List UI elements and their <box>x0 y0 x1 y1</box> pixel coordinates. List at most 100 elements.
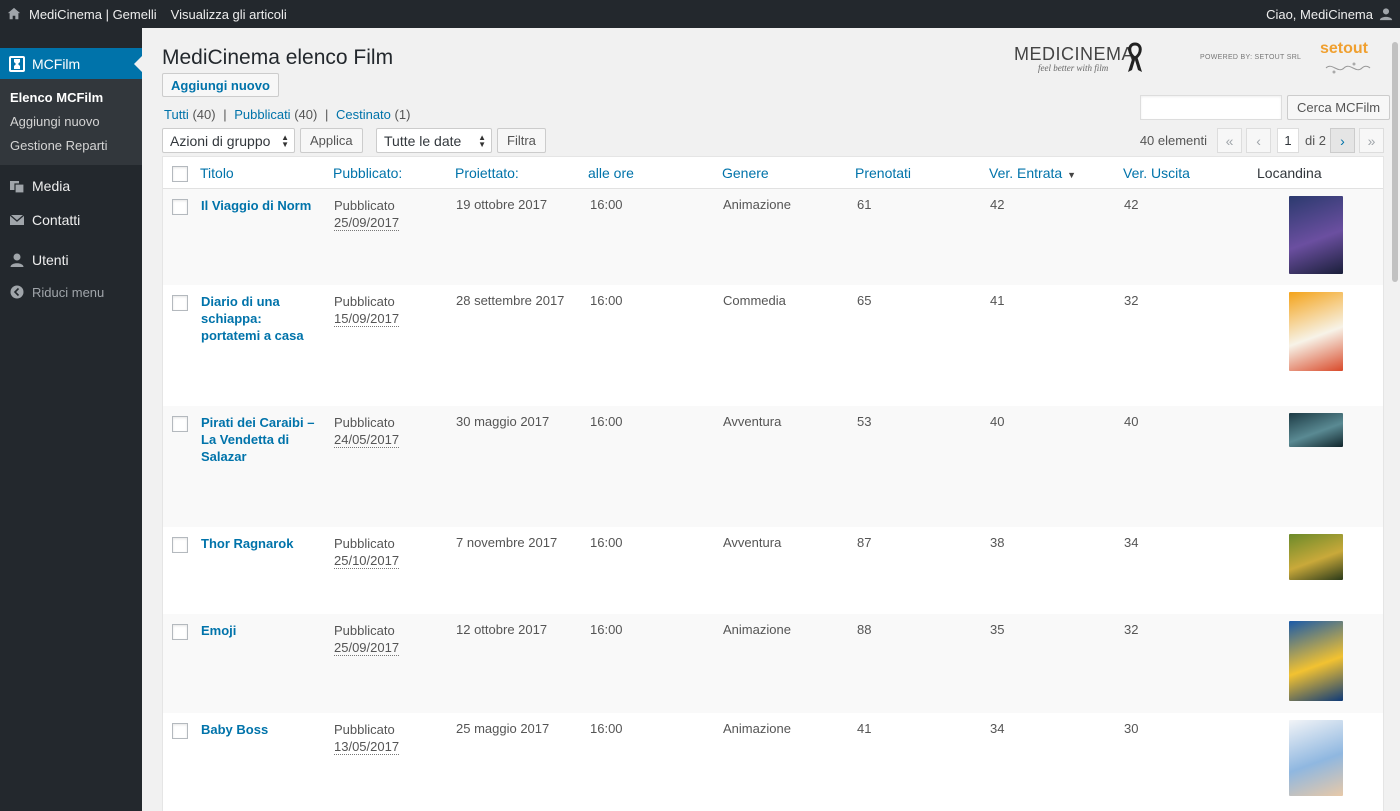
booked-cell: 41 <box>857 721 872 736</box>
prev-page-button[interactable]: ‹ <box>1246 128 1272 153</box>
poster-thumbnail[interactable] <box>1289 534 1343 580</box>
user-icon <box>1379 8 1393 21</box>
submenu-elenco[interactable]: Elenco MCFilm <box>0 86 142 110</box>
published-date: 25/09/2017 <box>334 640 400 656</box>
site-name-link[interactable]: MediCinema | Gemelli <box>0 0 164 28</box>
column-booked[interactable]: Prenotati <box>855 165 911 181</box>
date-filter-select[interactable]: Tutte le date ▲ ▼ <box>376 128 492 153</box>
submenu-add-new[interactable]: Aggiungi nuovo <box>0 110 142 134</box>
filter-published[interactable]: Pubblicati <box>234 107 290 122</box>
current-page-input[interactable]: 1 <box>1277 128 1300 153</box>
search-button[interactable]: Cerca MCFilm <box>1287 95 1391 120</box>
admin-bar: MediCinema | Gemelli Visualizza gli arti… <box>0 0 1400 28</box>
media-icon <box>8 177 26 195</box>
filter-trash[interactable]: Cestinato <box>336 107 391 122</box>
column-projected[interactable]: Proiettato: <box>455 165 519 181</box>
row-checkbox[interactable] <box>172 295 188 311</box>
user-menu[interactable]: Ciao, MediCinema <box>1259 0 1400 28</box>
row-checkbox[interactable] <box>172 537 188 553</box>
exit-cell: 42 <box>1124 197 1139 212</box>
apply-button[interactable]: Applica <box>300 128 363 153</box>
entry-cell: 35 <box>990 622 1005 637</box>
status-text: Pubblicato <box>334 415 395 430</box>
exit-cell: 34 <box>1124 535 1139 550</box>
select-all-checkbox[interactable] <box>172 166 188 182</box>
setout-logo: POWERED BY: SETOUT SRL setout <box>1200 40 1380 80</box>
search-input[interactable] <box>1140 95 1282 120</box>
status-text: Pubblicato <box>334 623 395 638</box>
admin-sidebar: MCFilm Elenco MCFilm Aggiungi nuovo Gest… <box>0 28 142 811</box>
poster-thumbnail[interactable] <box>1289 621 1343 701</box>
row-checkbox[interactable] <box>172 624 188 640</box>
booked-cell: 87 <box>857 535 872 550</box>
table-row: Thor Ragnarok Pubblicato 25/10/2017 7 novem… <box>163 527 1383 614</box>
column-entry-wrap[interactable]: Ver. Entrata ▼ <box>989 165 1076 181</box>
last-page-button[interactable]: » <box>1359 128 1384 153</box>
menu-contatti[interactable]: Contatti <box>0 203 142 237</box>
film-title-link[interactable]: Il Viaggio di Norm <box>201 197 321 214</box>
projected-cell: 7 novembre 2017 <box>456 535 558 550</box>
poster-thumbnail[interactable] <box>1289 413 1343 447</box>
poster-thumbnail[interactable] <box>1289 720 1343 796</box>
booked-cell: 61 <box>857 197 872 212</box>
film-title-link[interactable]: Diario di una schiappa: portatemi a casa <box>201 293 321 344</box>
film-title-link[interactable]: Pirati dei Caraibi – La Vendetta di Sala… <box>201 414 321 465</box>
column-entry[interactable]: Ver. Entrata <box>989 165 1062 181</box>
menu-mcfilm[interactable]: MCFilm <box>0 48 142 79</box>
scrollbar[interactable] <box>1390 28 1400 811</box>
tablenav-top: Azioni di gruppo ▲ ▼ Applica Tutte le dat… <box>162 128 1384 156</box>
scrollbar-thumb[interactable] <box>1392 42 1398 282</box>
bulk-action-select[interactable]: Azioni di gruppo ▲ ▼ <box>162 128 295 153</box>
entry-cell: 41 <box>990 293 1005 308</box>
projected-cell: 28 settembre 2017 <box>456 293 565 308</box>
sort-desc-icon: ▼ <box>1067 170 1077 180</box>
time-cell: 16:00 <box>590 535 623 550</box>
poster-thumbnail[interactable] <box>1289 196 1343 274</box>
filter-published-count: (40) <box>294 107 318 122</box>
items-count: 40 elementi <box>1139 133 1208 148</box>
projected-cell: 30 maggio 2017 <box>456 414 550 429</box>
site-name: MediCinema | Gemelli <box>29 6 157 22</box>
filter-button[interactable]: Filtra <box>497 128 546 153</box>
poster-thumbnail[interactable] <box>1289 292 1343 371</box>
column-genre[interactable]: Genere <box>722 165 769 181</box>
filter-all[interactable]: Tutti <box>164 107 189 122</box>
select-arrows-icon: ▲ ▼ <box>281 133 289 149</box>
next-page-button[interactable]: › <box>1330 128 1355 153</box>
row-checkbox[interactable] <box>172 723 188 739</box>
view-posts-link[interactable]: Visualizza gli articoli <box>164 0 294 28</box>
table-row: Diario di una schiappa: portatemi a casa… <box>163 285 1383 406</box>
mcfilm-submenu: Elenco MCFilm Aggiungi nuovo Gestione Re… <box>0 79 142 165</box>
powered-by: POWERED BY: SETOUT SRL <box>1200 54 1302 61</box>
menu-media-label: Media <box>32 178 71 194</box>
entry-cell: 42 <box>990 197 1005 212</box>
entry-cell: 40 <box>990 414 1005 429</box>
table-row: Baby Boss Pubblicato 13/05/2017 25 maggio 2… <box>163 713 1383 811</box>
table-row: Emoji Pubblicato 25/09/2017 12 ottobre 2017… <box>163 614 1383 713</box>
row-checkbox[interactable] <box>172 416 188 432</box>
column-title[interactable]: Titolo <box>200 165 234 181</box>
genre-cell: Animazione <box>723 622 791 637</box>
add-new-button[interactable]: Aggiungi nuovo <box>162 73 279 97</box>
page-title: MediCinema elenco Film <box>162 46 394 69</box>
menu-utenti-label: Utenti <box>32 252 69 268</box>
collapse-icon <box>8 283 26 301</box>
column-exit[interactable]: Ver. Uscita <box>1123 165 1190 181</box>
submenu-reparti[interactable]: Gestione Reparti <box>0 134 142 158</box>
main-content: MediCinema elenco Film Aggiungi nuovo ME… <box>142 28 1400 811</box>
menu-utenti[interactable]: Utenti <box>0 243 142 277</box>
genre-cell: Animazione <box>723 721 791 736</box>
film-title-link[interactable]: Baby Boss <box>201 721 321 738</box>
published-date: 25/10/2017 <box>334 553 400 569</box>
ribbon-icon <box>1128 42 1142 72</box>
row-checkbox[interactable] <box>172 199 188 215</box>
column-published[interactable]: Pubblicato: <box>333 165 402 181</box>
pagination: 40 elementi « ‹ 1 di 2 › » <box>1140 128 1384 153</box>
booked-cell: 53 <box>857 414 872 429</box>
collapse-menu-button[interactable]: Riduci menu <box>0 277 142 307</box>
column-time[interactable]: alle ore <box>588 165 634 181</box>
first-page-button[interactable]: « <box>1217 128 1243 153</box>
film-title-link[interactable]: Thor Ragnarok <box>201 535 321 552</box>
menu-media[interactable]: Media <box>0 169 142 203</box>
film-title-link[interactable]: Emoji <box>201 622 321 639</box>
